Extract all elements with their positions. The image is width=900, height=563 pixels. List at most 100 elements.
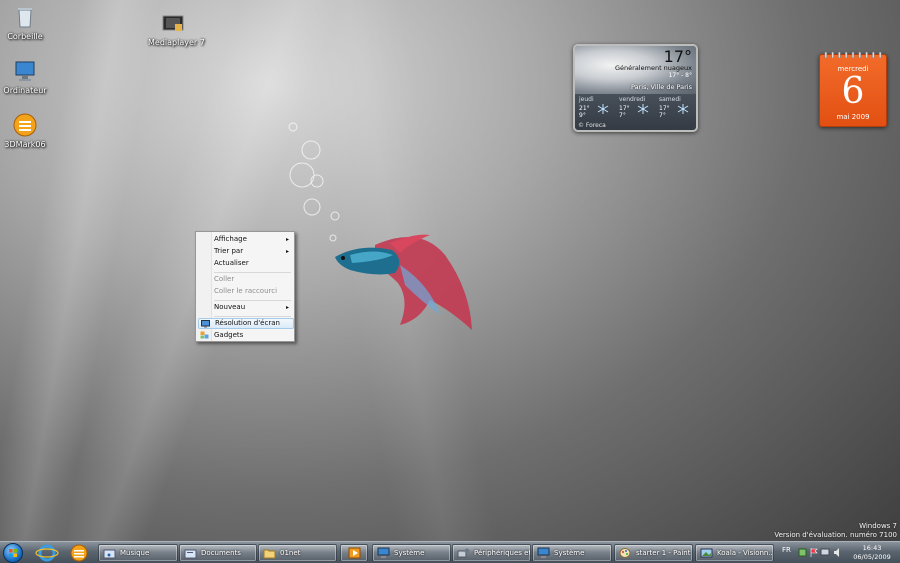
display-icon <box>820 548 830 556</box>
submenu-arrow-icon: ▸ <box>285 248 289 255</box>
weather-range: 17° - 8° <box>668 72 692 79</box>
weather-provider: © Foreca <box>578 122 606 129</box>
media-player-icon <box>162 15 184 31</box>
language-indicator[interactable]: FR <box>782 546 791 554</box>
menu-item-nouveau[interactable]: Nouveau ▸ <box>198 302 294 313</box>
forecast-low: 9° <box>579 112 586 119</box>
forecast-day: jeudi 21° 9° <box>577 96 617 121</box>
screen-resolution-icon <box>201 320 210 328</box>
menu-item-coller[interactable]: Coller <box>198 274 294 285</box>
network-icon <box>798 548 807 557</box>
menu-item-resolution-ecran[interactable]: Résolution d'écran <box>198 318 294 329</box>
internet-explorer-icon <box>35 544 59 562</box>
desktop-icon-computer[interactable]: Ordinateur <box>0 58 50 95</box>
weather-location: Paris, Ville de Paris <box>630 83 692 91</box>
desktop-icon-recycle-bin[interactable]: Corbeille <box>0 4 50 41</box>
taskbar-button-systeme-1[interactable]: Système <box>372 544 451 562</box>
calendar-gadget[interactable]: mercredi 6 mai 2009 <box>819 52 887 127</box>
computer-icon <box>15 61 35 81</box>
forecast-low: 7° <box>619 112 626 119</box>
bubble <box>303 198 321 216</box>
forecast-high: 17° <box>659 105 670 112</box>
devices-icon <box>457 548 470 558</box>
menu-separator <box>214 316 291 317</box>
system-clock[interactable]: 16:43 06/05/2009 <box>847 544 897 562</box>
volume-icon <box>834 548 839 557</box>
menu-item-gadgets[interactable]: Gadgets <box>198 330 294 341</box>
taskbar-button-documents[interactable]: Documents <box>179 544 257 562</box>
notification-area-icons <box>798 548 839 557</box>
taskbar-button-label: Koala - Visionn... <box>717 549 774 557</box>
calendar-month-year: mai 2009 <box>836 113 870 121</box>
bubble <box>329 234 337 242</box>
menu-item-label: Trier par <box>214 247 244 255</box>
3dmark-icon <box>13 113 37 137</box>
menu-item-label: Nouveau <box>214 303 246 311</box>
menu-item-trier-par[interactable]: Trier par ▸ <box>198 246 294 257</box>
menu-item-label: Affichage <box>214 235 247 243</box>
taskbar-button-peripheriques[interactable]: Périphériques et... <box>452 544 531 562</box>
os-version-watermark: Windows 7 Version d'évaluation. numéro 7… <box>774 522 897 540</box>
betta-fish-wallpaper <box>288 122 472 330</box>
3dmark-icon <box>70 544 88 562</box>
system-icon <box>537 547 550 558</box>
menu-item-label: Coller <box>214 275 235 283</box>
menu-item-label: Résolution d'écran <box>215 319 280 327</box>
taskbar-button-label: starter 1 - Paint <box>636 549 691 557</box>
snowflake-icon <box>597 104 609 114</box>
taskbar-button-systeme-2[interactable]: Système <box>532 544 612 562</box>
taskbar: Musique Documents 01net Système Périphér… <box>0 541 900 563</box>
menu-separator <box>214 300 291 301</box>
submenu-arrow-icon: ▸ <box>285 304 289 311</box>
gadgets-icon <box>200 331 209 339</box>
menu-item-coller-raccourci[interactable]: Coller le raccourci <box>198 286 294 297</box>
bubble <box>289 162 315 188</box>
snowflake-icon <box>637 104 649 114</box>
start-button[interactable] <box>3 543 23 563</box>
taskbar-button-koala-viewer[interactable]: Koala - Visionn... <box>695 544 774 562</box>
bubble <box>288 122 298 132</box>
weather-forecast: jeudi 21° 9° vendredi 17° 7° samedi 17° … <box>577 96 696 121</box>
taskbar-button-01net[interactable]: 01net <box>258 544 337 562</box>
taskbar-button-label: Périphériques et... <box>474 549 531 557</box>
paint-icon <box>619 548 631 558</box>
recycle-bin-icon <box>18 8 32 28</box>
desktop-icon-label: Mediaplayer 7 <box>148 38 205 47</box>
submenu-arrow-icon: ▸ <box>285 236 289 243</box>
forecast-day-name: vendredi <box>619 96 646 103</box>
taskbar-button-musique[interactable]: Musique <box>98 544 178 562</box>
forecast-day: vendredi 17° 7° <box>617 96 657 121</box>
action-center-flag-icon <box>810 548 818 557</box>
desktop-icon-3dmark[interactable]: 3DMark06 <box>0 112 50 149</box>
desktop-icon-label: Ordinateur <box>3 86 47 95</box>
desktop-icon-media-player[interactable]: Mediaplayer 7 <box>148 10 205 47</box>
snowflake-icon <box>677 104 689 114</box>
forecast-day: samedi 17° 7° <box>657 96 696 121</box>
desktop-icon-label: 3DMark06 <box>4 140 46 149</box>
taskbar-button-label: Système <box>554 549 585 557</box>
pinned-3dmark[interactable] <box>66 543 92 563</box>
taskbar-button-label: Documents <box>201 549 241 557</box>
menu-item-actualiser[interactable]: Actualiser <box>198 258 294 269</box>
menu-item-label: Gadgets <box>214 331 244 339</box>
watermark-os-name: Windows 7 <box>859 522 897 530</box>
menu-item-affichage[interactable]: Affichage ▸ <box>198 234 294 245</box>
bubble <box>330 211 340 221</box>
taskbar-button-media-player[interactable] <box>340 544 368 562</box>
forecast-day-name: jeudi <box>579 96 594 103</box>
system-icon <box>377 547 390 558</box>
taskbar-button-paint[interactable]: starter 1 - Paint <box>614 544 693 562</box>
weather-gadget[interactable]: 17° Généralement nuageux 17° - 8° Paris,… <box>573 44 698 132</box>
photo-viewer-icon <box>700 548 713 558</box>
clock-date: 06/05/2009 <box>853 553 891 561</box>
watermark-build: Version d'évaluation. numéro 7100 <box>774 531 897 539</box>
taskbar-button-label: 01net <box>280 549 301 557</box>
documents-folder-icon <box>184 549 197 559</box>
calendar-day: 6 <box>841 71 865 112</box>
clock-time: 16:43 <box>862 544 882 552</box>
folder-icon <box>263 549 276 559</box>
music-folder-icon <box>103 549 116 559</box>
bubble <box>301 140 321 160</box>
pinned-internet-explorer[interactable] <box>34 543 60 563</box>
weather-condition: Généralement nuageux <box>615 64 692 72</box>
